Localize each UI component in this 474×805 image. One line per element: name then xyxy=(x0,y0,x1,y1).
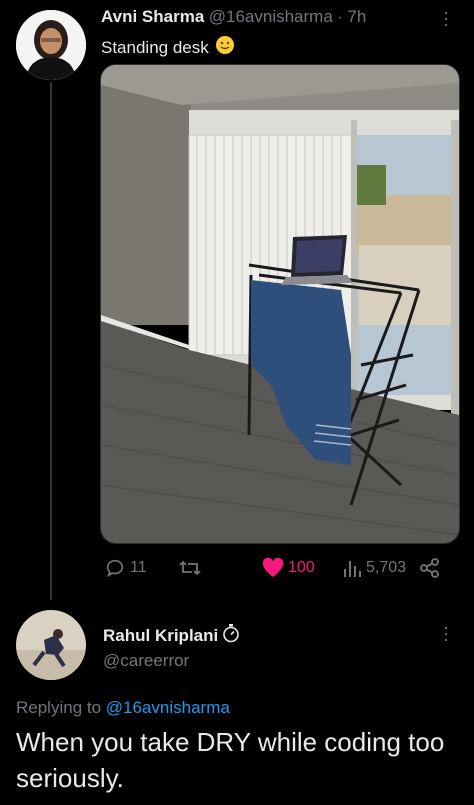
reply-header: Rahul Kriplani xyxy=(103,623,240,648)
tweet-photo[interactable] xyxy=(100,64,460,544)
tweet-author-handle[interactable]: @16avnisharma xyxy=(209,7,333,26)
tweet-author-avatar[interactable] xyxy=(16,10,86,80)
tweet-author-name[interactable]: Avni Sharma xyxy=(101,7,204,26)
reply-text: When you take DRY while coding too serio… xyxy=(16,727,445,793)
tweet-header: Avni Sharma @16avnisharma · 7h xyxy=(101,7,366,27)
retweet-action[interactable] xyxy=(178,556,206,580)
reply-author-name[interactable]: Rahul Kriplani xyxy=(103,626,218,646)
tweet-more-options-icon[interactable]: · · · xyxy=(441,3,451,33)
tweet-timestamp[interactable]: 7h xyxy=(347,7,366,26)
tweet-text: Standing desk xyxy=(101,37,209,57)
thread-connector-line xyxy=(50,82,52,600)
reply-bubble-icon xyxy=(104,557,126,579)
heart-filled-icon xyxy=(262,558,284,578)
like-count: 100 xyxy=(288,559,315,576)
share-icon xyxy=(420,558,440,578)
smiling-face-emoji-icon xyxy=(215,35,235,60)
reply-author-avatar[interactable] xyxy=(16,610,86,680)
reply-action[interactable]: 11 xyxy=(104,556,147,580)
analytics-bars-icon xyxy=(342,557,362,579)
share-action[interactable] xyxy=(420,556,440,580)
reply-count: 11 xyxy=(130,559,147,576)
replying-prefix: Replying to xyxy=(16,698,102,717)
replying-to-link[interactable]: @16avnisharma xyxy=(106,698,230,717)
view-count: 5,703 xyxy=(366,559,407,576)
retweet-icon xyxy=(178,557,202,579)
stopwatch-icon xyxy=(222,623,240,648)
views-action[interactable]: 5,703 xyxy=(342,556,406,580)
tweet-text-row: Standing desk xyxy=(101,35,235,60)
reply-author-handle[interactable]: @careerror xyxy=(103,651,189,671)
reply-more-options-icon[interactable]: · · · xyxy=(441,618,451,648)
replying-to-line: Replying to @16avnisharma xyxy=(16,698,230,718)
like-action[interactable]: 100 xyxy=(262,556,315,580)
header-separator: · xyxy=(337,7,343,26)
